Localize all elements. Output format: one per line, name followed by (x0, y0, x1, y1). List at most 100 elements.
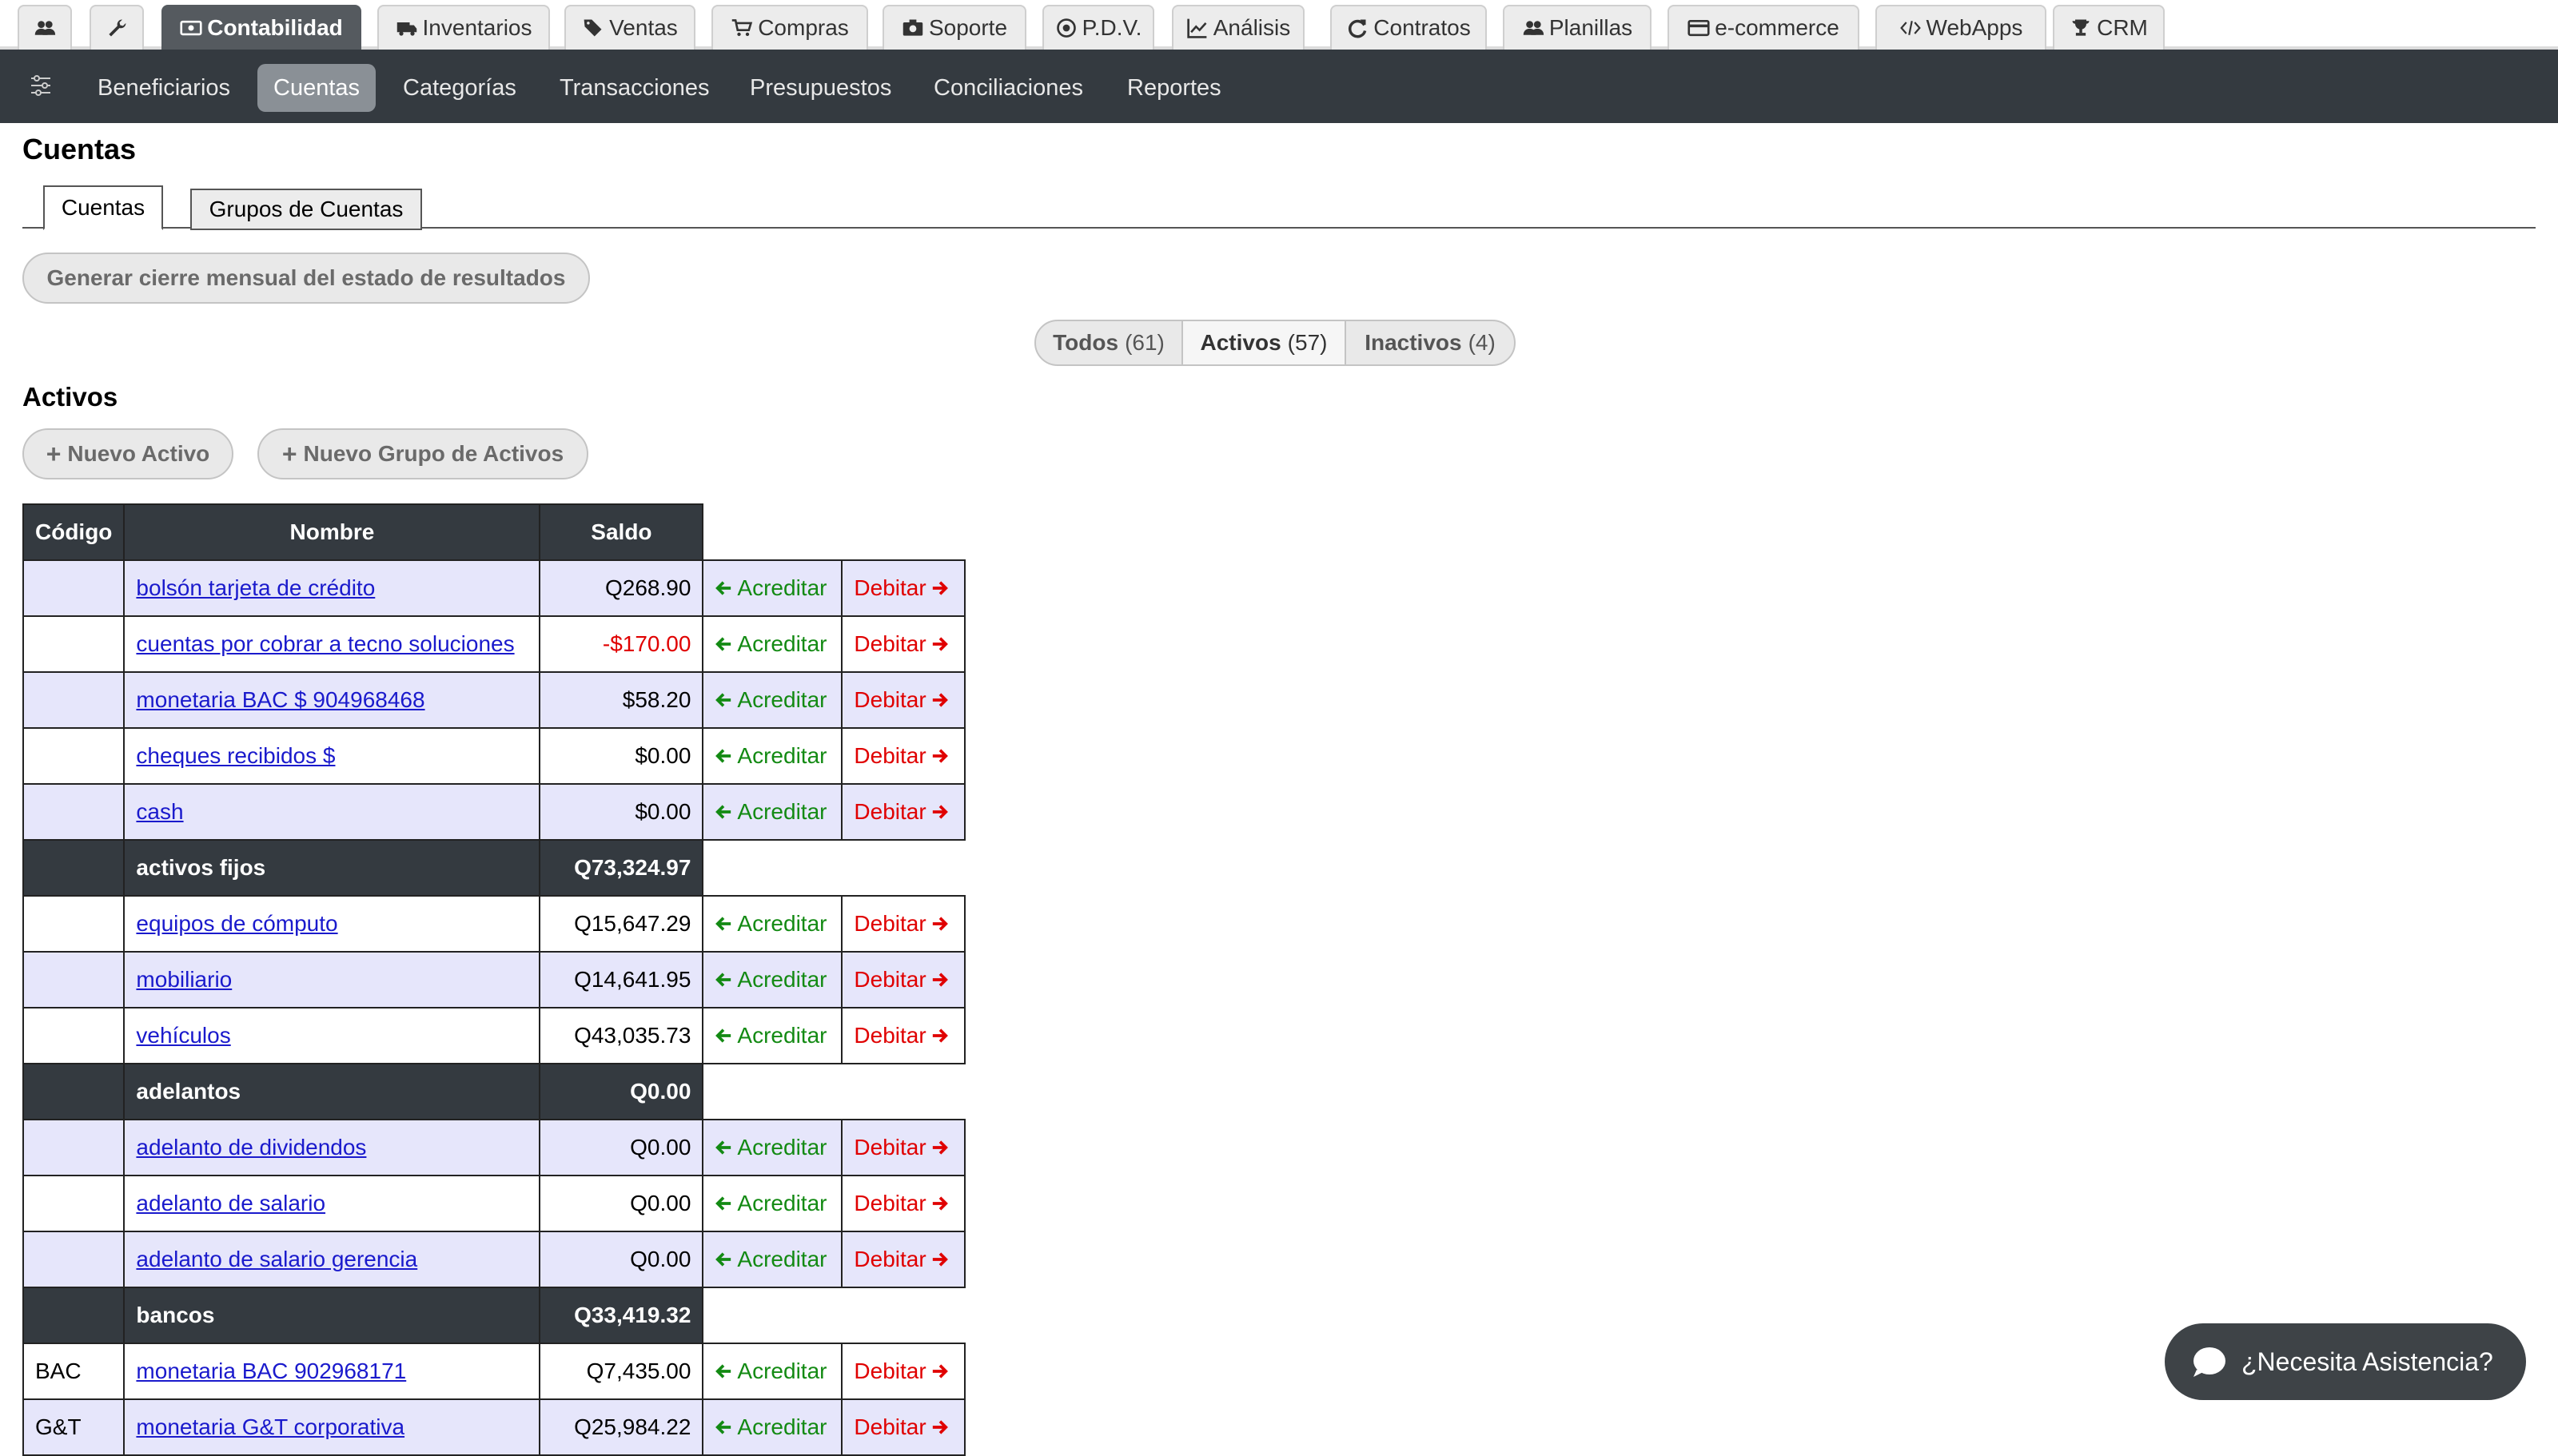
module-tab-contratos[interactable]: Contratos (1330, 5, 1487, 50)
credit-button[interactable]: Acreditar (702, 1007, 843, 1064)
table-row: adelanto de dividendos Q0.00 Acreditar Debi… (22, 1119, 966, 1176)
module-tab-label: Ventas (609, 15, 678, 40)
new-asset-button[interactable]: + Nuevo Activo (22, 428, 233, 479)
credit-button[interactable]: Acreditar (702, 895, 843, 953)
module-tab-ecommerce[interactable]: e-commerce (1667, 5, 1859, 50)
subnav-conciliaciones[interactable]: Conciliaciones (918, 64, 1099, 112)
credit-button[interactable]: Acreditar (702, 727, 843, 785)
table-row: G&T monetaria G&T corporativa Q25,984.22 Ac… (22, 1398, 966, 1456)
account-name-cell: cuentas por cobrar a tecno soluciones (123, 615, 541, 673)
debit-button[interactable]: Debitar (841, 1175, 966, 1232)
module-tab-users[interactable] (18, 5, 72, 50)
account-link[interactable]: mobiliario (136, 967, 232, 992)
account-code (22, 1175, 126, 1232)
credit-button[interactable]: Acreditar (702, 559, 843, 617)
group-code-cell (22, 839, 126, 897)
debit-button[interactable]: Debitar (841, 671, 966, 729)
debit-button[interactable]: Debitar (841, 783, 966, 841)
refresh-icon (1349, 19, 1367, 38)
debit-button[interactable]: Debitar (841, 727, 966, 785)
module-tab-soporte[interactable]: Soporte (883, 5, 1026, 50)
filter-count: (57) (1287, 330, 1328, 355)
module-tab-webapps[interactable]: WebApps (1875, 5, 2046, 50)
credit-button[interactable]: Acreditar (702, 951, 843, 1008)
subnav-presupuestos[interactable]: Presupuestos (734, 64, 907, 112)
module-tab-contabilidad[interactable]: Contabilidad (161, 5, 361, 50)
arrow-left-icon (715, 637, 731, 651)
subnav-transacciones[interactable]: Transacciones (544, 64, 726, 112)
table-row: mobiliario Q14,641.95 Acreditar Debitar (22, 951, 966, 1008)
account-link[interactable]: monetaria BAC $ 904968468 (136, 687, 424, 712)
account-link[interactable]: cuentas por cobrar a tecno soluciones (136, 631, 514, 656)
account-link[interactable]: monetaria G&T corporativa (136, 1414, 404, 1439)
close-month-button-label: Generar cierre mensual del estado de res… (46, 265, 566, 290)
group-name: adelantos (123, 1063, 541, 1120)
users-icon (34, 21, 56, 35)
debit-button[interactable]: Debitar (841, 1343, 966, 1400)
assistance-button[interactable]: ¿Necesita Asistencia? (2165, 1323, 2526, 1400)
module-tab-inventarios[interactable]: Inventarios (377, 5, 550, 50)
account-link[interactable]: adelanto de salario gerencia (136, 1247, 417, 1271)
module-tab-label: Análisis (1213, 15, 1291, 40)
filter-todos[interactable]: Todos (61) (1036, 321, 1183, 364)
subnav-categorias[interactable]: Categorías (387, 64, 532, 112)
credit-button[interactable]: Acreditar (702, 615, 843, 673)
credit-label: Acreditar (737, 1023, 827, 1048)
arrow-left-icon (715, 1364, 731, 1378)
account-link[interactable]: cheques recibidos $ (136, 743, 335, 768)
arrow-left-icon (715, 917, 731, 931)
new-asset-group-button[interactable]: + Nuevo Grupo de Activos (257, 428, 588, 479)
debit-button[interactable]: Debitar (841, 951, 966, 1008)
empty-cell (842, 1064, 965, 1120)
table-row: BAC monetaria BAC 902968171 Q7,435.00 Acred… (22, 1343, 966, 1400)
module-tab-tools[interactable] (90, 5, 144, 50)
module-tab-analisis[interactable]: Análisis (1172, 5, 1305, 50)
module-tab-compras[interactable]: Compras (711, 5, 868, 50)
module-tab-crm[interactable]: CRM (2053, 5, 2165, 50)
credit-button[interactable]: Acreditar (702, 671, 843, 729)
debit-button[interactable]: Debitar (841, 1007, 966, 1064)
debit-button[interactable]: Debitar (841, 1398, 966, 1456)
close-month-button[interactable]: Generar cierre mensual del estado de res… (22, 253, 590, 304)
account-link[interactable]: adelanto de dividendos (136, 1135, 366, 1160)
credit-button[interactable]: Acreditar (702, 1175, 843, 1232)
arrow-right-icon (932, 749, 948, 763)
tab-cuentas[interactable]: Cuentas (43, 185, 163, 230)
filter-inactivos[interactable]: Inactivos (4) (1346, 321, 1514, 364)
arrow-right-icon (932, 637, 948, 651)
subnav-reportes[interactable]: Reportes (1111, 64, 1237, 112)
subnav-beneficiarios[interactable]: Beneficiarios (82, 64, 246, 112)
account-link[interactable]: vehículos (136, 1023, 230, 1048)
module-tab-ventas[interactable]: Ventas (564, 5, 695, 50)
users-icon (1523, 21, 1544, 35)
account-link[interactable]: monetaria BAC 902968171 (136, 1359, 406, 1383)
filter-activos[interactable]: Activos (57) (1183, 321, 1346, 364)
chat-bubble-icon (2193, 1347, 2225, 1377)
module-tab-pdv[interactable]: P.D.V. (1042, 5, 1154, 50)
status-filter-group: Todos (61) Activos (57) Inactivos (4) (1034, 320, 1516, 366)
debit-button[interactable]: Debitar (841, 615, 966, 673)
credit-label: Acreditar (737, 575, 827, 600)
accounts-table: Código Nombre Saldo bolsón tarjeta de cr… (22, 503, 966, 1456)
account-link[interactable]: adelanto de salario (136, 1191, 325, 1215)
account-link[interactable]: bolsón tarjeta de crédito (136, 575, 375, 600)
credit-button[interactable]: Acreditar (702, 783, 843, 841)
debit-button[interactable]: Debitar (841, 1231, 966, 1288)
credit-button[interactable]: Acreditar (702, 1343, 843, 1400)
sliders-icon[interactable] (29, 74, 53, 97)
subnav-cuentas[interactable]: Cuentas (257, 64, 377, 112)
credit-label: Acreditar (737, 1247, 827, 1271)
tab-grupos-de-cuentas[interactable]: Grupos de Cuentas (190, 189, 422, 230)
debit-button[interactable]: Debitar (841, 559, 966, 617)
credit-button[interactable]: Acreditar (702, 1231, 843, 1288)
credit-button[interactable]: Acreditar (702, 1119, 843, 1176)
account-link[interactable]: cash (136, 799, 183, 824)
group-name: bancos (123, 1287, 541, 1344)
debit-button[interactable]: Debitar (841, 1119, 966, 1176)
account-link[interactable]: equipos de cómputo (136, 911, 337, 936)
account-balance: $0.00 (539, 783, 704, 841)
credit-button[interactable]: Acreditar (702, 1398, 843, 1456)
module-tab-planillas[interactable]: Planillas (1503, 5, 1652, 50)
debit-button[interactable]: Debitar (841, 895, 966, 953)
arrow-right-icon (932, 1420, 948, 1434)
